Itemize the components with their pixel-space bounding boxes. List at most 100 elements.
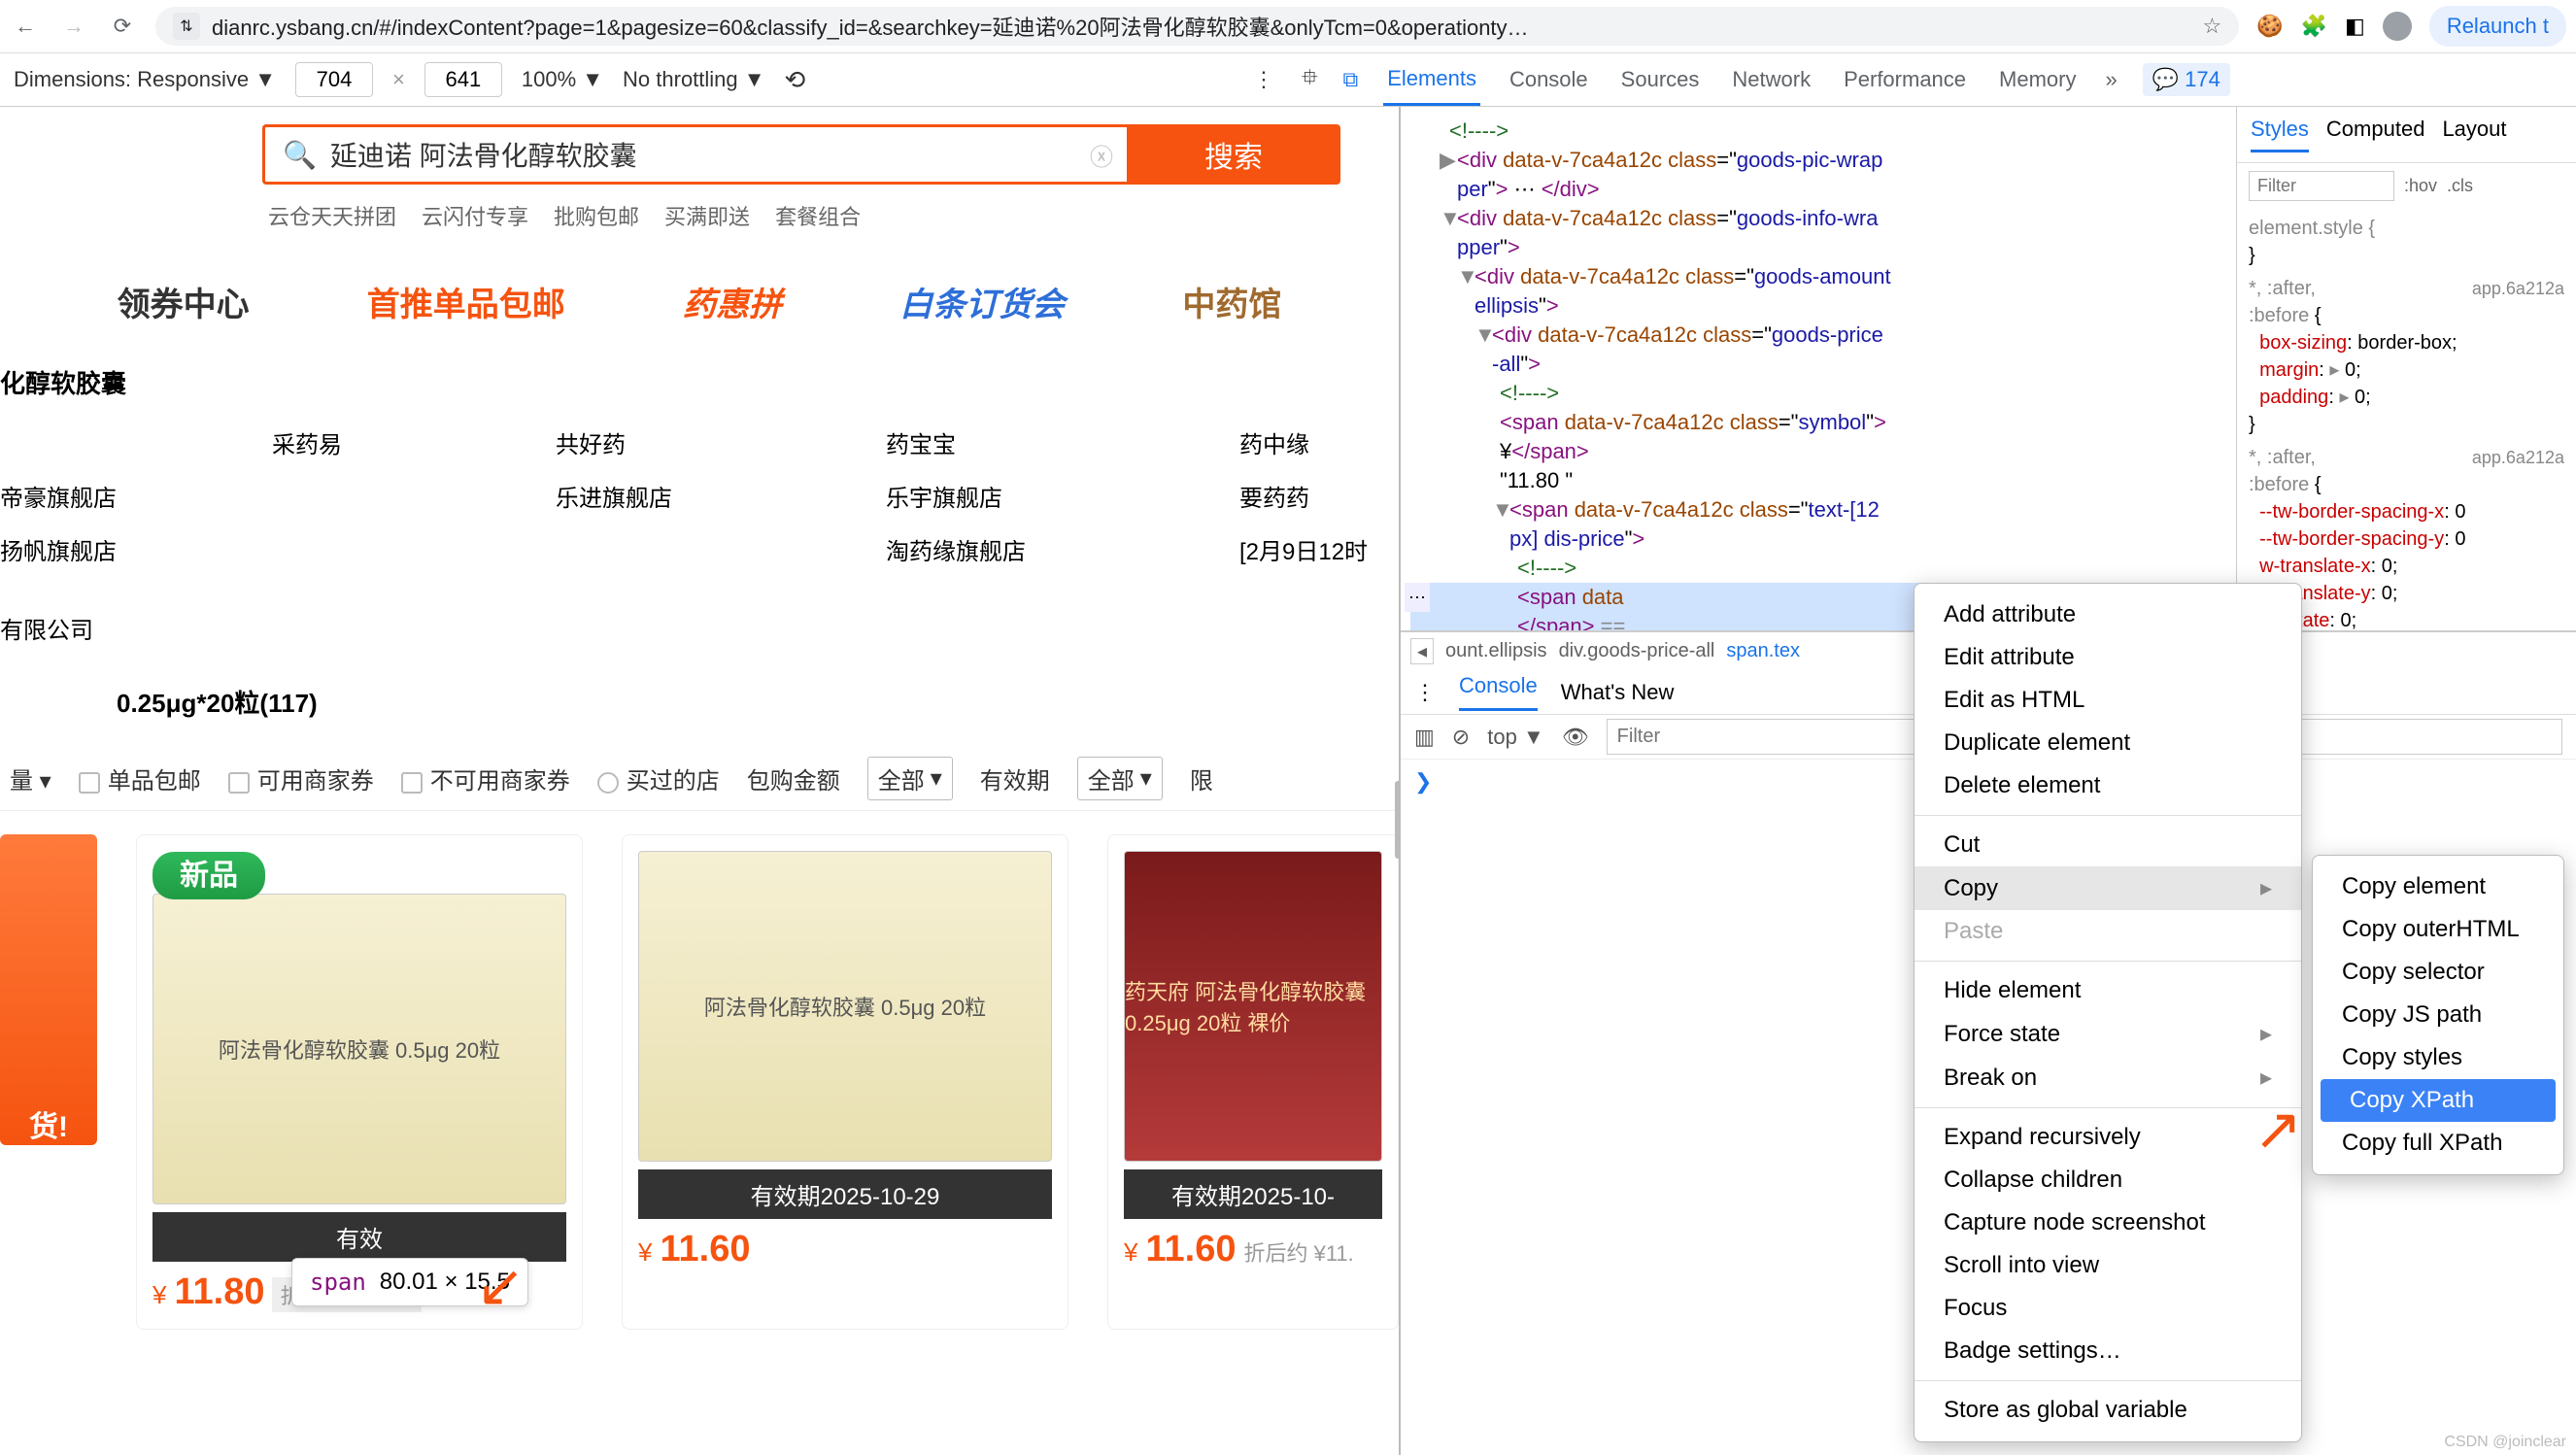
ctx-store-global[interactable]: Store as global variable [1915, 1389, 2301, 1432]
tab-network[interactable]: Network [1728, 55, 1814, 104]
relaunch-button[interactable]: Relaunch t [2429, 6, 2566, 47]
brand-link[interactable]: 乐宇旗舰店 [886, 479, 1026, 513]
hov-toggle[interactable]: :hov [2404, 176, 2437, 196]
ctx-expand[interactable]: Expand recursively [1915, 1116, 2301, 1159]
viewport-height-input[interactable] [424, 62, 502, 97]
clear-icon[interactable]: ⓧ [1090, 138, 1113, 172]
brand-link[interactable]: 共好药 [556, 425, 672, 459]
pane-splitter[interactable] [1395, 781, 1399, 859]
dom-tree[interactable]: <!----> ▶<div data-v-7ca4a12c class="goo… [1401, 107, 2236, 630]
cat-coupons[interactable]: 领券中心 [118, 278, 250, 325]
cls-toggle[interactable]: .cls [2447, 176, 2473, 196]
crumb-active[interactable]: span.tex [1726, 640, 1800, 662]
spec-line[interactable]: 0.25μg*20粒(117) [0, 662, 1399, 747]
hotword[interactable]: 批购包邮 [554, 200, 639, 231]
filter-valid-select[interactable]: 全部 ▾ [1077, 757, 1163, 800]
drawer-more-icon[interactable]: ⋮ [1414, 680, 1436, 705]
filter-amount-select[interactable]: 全部 ▾ [867, 757, 953, 800]
crumb[interactable]: ount.ellipsis [1445, 640, 1547, 662]
panels-overflow-icon[interactable]: » [2105, 67, 2117, 92]
tab-console[interactable]: Console [1506, 55, 1592, 104]
ctx-copy[interactable]: Copy▸ [1915, 866, 2301, 910]
address-bar[interactable]: ⇅ dianrc.ysbang.cn/#/indexContent?page=1… [155, 7, 2239, 46]
filter-bought-store[interactable]: 买过的店 [597, 761, 720, 795]
throttling-dropdown[interactable]: No throttling ▼ [623, 67, 765, 92]
ctx-copy-element[interactable]: Copy element [2313, 865, 2563, 908]
dimensions-label[interactable]: Dimensions: Responsive ▼ [14, 67, 276, 92]
hotword[interactable]: 云仓天天拼团 [268, 200, 396, 231]
star-icon[interactable]: ☆ [2202, 14, 2221, 39]
dom-line[interactable]: <!----> [1449, 118, 1508, 143]
brand-link[interactable]: [2月9日12时 [1239, 532, 1368, 566]
back-button[interactable]: ← [10, 11, 41, 42]
tab-computed[interactable]: Computed [2326, 117, 2425, 152]
brand-link[interactable]: 帝豪旗舰店 [0, 479, 342, 513]
brand-link[interactable]: 乐进旗舰店 [556, 479, 672, 513]
hotword[interactable]: 套餐组合 [775, 200, 861, 231]
crumb[interactable]: div.goods-price-all [1559, 640, 1715, 662]
brand-link[interactable]: 药宝宝 [886, 425, 1026, 459]
hotword[interactable]: 买满即送 [664, 200, 750, 231]
product-card[interactable]: 阿法骨化醇软胶囊 0.5μg 20粒 有效期2025-10-29 ¥ 11.60 [622, 834, 1068, 1330]
product-card-partial[interactable]: 货! [0, 834, 97, 1330]
rotate-icon[interactable]: ⟲ [785, 65, 806, 95]
ctx-break-on[interactable]: Break on▸ [1915, 1056, 2301, 1100]
reload-button[interactable]: ⟳ [107, 11, 138, 42]
ctx-copy-outerhtml[interactable]: Copy outerHTML [2313, 908, 2563, 951]
ctx-edit-html[interactable]: Edit as HTML [1915, 679, 2301, 722]
issues-badge[interactable]: 💬 174 [2143, 63, 2230, 96]
brand-link[interactable]: 淘药缘旗舰店 [886, 532, 1026, 566]
hotword[interactable]: 云闪付专享 [422, 200, 528, 231]
ctx-collapse[interactable]: Collapse children [1915, 1159, 2301, 1201]
ctx-screenshot[interactable]: Capture node screenshot [1915, 1201, 2301, 1244]
inspect-element-icon[interactable]: ⯐ [1302, 61, 1318, 98]
drawer-tab-whatsnew[interactable]: What's New [1561, 680, 1675, 705]
clear-console-icon[interactable]: ⊘ [1452, 725, 1470, 750]
console-sidebar-toggle-icon[interactable]: ▥ [1414, 725, 1435, 750]
ctx-force-state[interactable]: Force state▸ [1915, 1012, 2301, 1056]
cat-freeship[interactable]: 首推单品包邮 [367, 278, 565, 325]
ctx-scroll-into-view[interactable]: Scroll into view [1915, 1244, 2301, 1287]
cat-tcm[interactable]: 中药馆 [1182, 278, 1281, 325]
product-card[interactable]: 药天府 阿法骨化醇软胶囊 0.25μg 20粒 裸价 有效期2025-10- ¥… [1107, 834, 1399, 1330]
tab-elements[interactable]: Elements [1383, 54, 1480, 106]
brand-link[interactable]: 要药药 [1239, 479, 1368, 513]
crumb-scroll-left[interactable]: ◂ [1410, 638, 1434, 664]
sort-dropdown[interactable]: 量 ▾ [10, 761, 51, 795]
tab-memory[interactable]: Memory [1995, 55, 2080, 104]
device-more-icon[interactable]: ⋮ [1253, 67, 1274, 92]
tab-styles[interactable]: Styles [2251, 117, 2309, 152]
styles-body[interactable]: element.style { } *, :after,app.6a212a :… [2237, 209, 2576, 630]
styles-filter-input[interactable] [2249, 171, 2394, 201]
ctx-add-attribute[interactable]: Add attribute [1915, 593, 2301, 636]
live-expression-icon[interactable]: 👁 [1562, 725, 1589, 750]
dom-line[interactable]: <!----> [1517, 556, 1576, 580]
context-selector[interactable]: top ▼ [1487, 725, 1543, 750]
ctx-hide[interactable]: Hide element [1915, 969, 2301, 1012]
ctx-copy-full-xpath[interactable]: Copy full XPath [2313, 1122, 2563, 1165]
cat-group[interactable]: 药惠拼 [683, 278, 782, 325]
forward-button[interactable]: → [58, 11, 89, 42]
extension-icon-1[interactable]: 🍪 [2256, 14, 2283, 39]
brand-link[interactable]: 药中缘 [1239, 425, 1368, 459]
dom-line[interactable]: <!----> [1500, 381, 1559, 405]
filter-freeship[interactable]: 单品包邮 [79, 761, 201, 795]
drawer-tab-console[interactable]: Console [1459, 673, 1538, 711]
ctx-badge-settings[interactable]: Badge settings… [1915, 1330, 2301, 1372]
ctx-focus[interactable]: Focus [1915, 1287, 2301, 1330]
site-info-icon[interactable]: ⇅ [173, 13, 200, 40]
search-input[interactable]: 延迪诺 阿法骨化醇软胶囊 [330, 135, 637, 174]
tab-sources[interactable]: Sources [1617, 55, 1704, 104]
filter-usecoupon[interactable]: 可用商家券 [228, 761, 374, 795]
profile-avatar[interactable] [2383, 12, 2412, 41]
filter-nocoupon[interactable]: 不可用商家券 [401, 761, 570, 795]
brand-link[interactable]: 扬帆旗舰店 [0, 532, 342, 566]
tab-performance[interactable]: Performance [1840, 55, 1970, 104]
ctx-delete[interactable]: Delete element [1915, 764, 2301, 807]
zoom-dropdown[interactable]: 100% ▼ [522, 67, 603, 92]
ctx-cut[interactable]: Cut [1915, 824, 2301, 866]
ctx-copy-jspath[interactable]: Copy JS path [2313, 994, 2563, 1036]
ctx-copy-selector[interactable]: Copy selector [2313, 951, 2563, 994]
device-mode-icon[interactable]: ⧉ [1343, 67, 1359, 92]
search-button[interactable]: 搜索 [1127, 124, 1340, 185]
